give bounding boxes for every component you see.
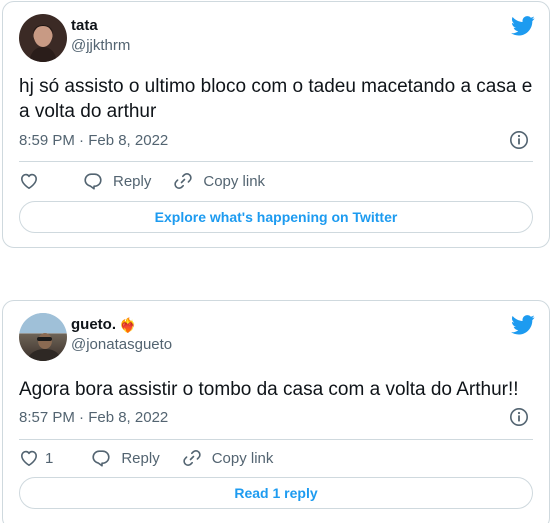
tweet-actions: Reply Copy link bbox=[19, 169, 533, 193]
read-replies-button[interactable]: Read 1 reply bbox=[19, 477, 533, 509]
info-icon[interactable] bbox=[509, 130, 529, 150]
divider bbox=[19, 161, 533, 162]
tweet-meta: 8:59 PM · Feb 8, 2022 bbox=[19, 128, 533, 152]
copy-link-label: Copy link bbox=[211, 449, 274, 467]
copy-link-label: Copy link bbox=[203, 172, 266, 190]
tweet-card[interactable]: tata @jjkthrm hj só assisto o ultimo blo… bbox=[2, 1, 550, 248]
tweet-card[interactable]: gueto. ❤️‍🔥 @jonatasgueto Agora bora ass… bbox=[2, 300, 550, 523]
tweet-timestamp[interactable]: 8:59 PM · Feb 8, 2022 bbox=[19, 132, 168, 149]
speech-bubble-icon bbox=[84, 173, 102, 190]
tweet-header: tata @jjkthrm bbox=[19, 14, 535, 62]
display-name[interactable]: tata bbox=[71, 16, 130, 36]
display-name[interactable]: gueto. ❤️‍🔥 bbox=[71, 315, 172, 335]
speech-bubble-icon bbox=[92, 450, 110, 467]
display-name-text: tata bbox=[71, 17, 98, 34]
twitter-bird-icon[interactable] bbox=[511, 315, 535, 335]
tweet-timestamp[interactable]: 8:57 PM · Feb 8, 2022 bbox=[19, 409, 168, 426]
reply-label: Reply bbox=[121, 449, 160, 467]
like-button[interactable] bbox=[19, 171, 61, 191]
handle[interactable]: @jonatasgueto bbox=[71, 335, 172, 355]
tweet-header: gueto. ❤️‍🔥 @jonatasgueto bbox=[19, 313, 535, 361]
avatar[interactable] bbox=[19, 313, 67, 361]
tweet-meta: 8:57 PM · Feb 8, 2022 bbox=[19, 405, 533, 429]
heart-icon bbox=[21, 450, 37, 466]
tweet-text: hj só assisto o ultimo bloco com o tadeu… bbox=[19, 76, 533, 122]
reply-label: Reply bbox=[113, 172, 152, 190]
author-info[interactable]: tata @jjkthrm bbox=[71, 16, 130, 56]
copy-link-button[interactable]: Copy link bbox=[173, 171, 265, 191]
author-info[interactable]: gueto. ❤️‍🔥 @jonatasgueto bbox=[71, 315, 172, 355]
display-name-text: gueto. bbox=[71, 316, 116, 333]
twitter-bird-icon[interactable] bbox=[511, 16, 535, 36]
reply-button[interactable]: Reply bbox=[83, 171, 151, 191]
divider bbox=[19, 439, 533, 440]
reply-button[interactable]: Reply bbox=[91, 448, 160, 468]
heart-icon bbox=[21, 173, 37, 189]
link-icon bbox=[174, 173, 193, 189]
handle[interactable]: @jjkthrm bbox=[71, 36, 130, 56]
like-button[interactable]: 1 bbox=[19, 448, 69, 468]
heart-on-fire-emoji: ❤️‍🔥 bbox=[119, 317, 137, 333]
info-icon[interactable] bbox=[509, 407, 529, 427]
like-count: 1 bbox=[45, 449, 54, 467]
tweet-text: Agora bora assistir o tombo da casa com … bbox=[19, 379, 519, 400]
tweet-actions: 1 Reply Copy link bbox=[19, 446, 533, 470]
copy-link-button[interactable]: Copy link bbox=[182, 448, 274, 468]
link-icon bbox=[183, 450, 201, 466]
explore-button[interactable]: Explore what's happening on Twitter bbox=[19, 201, 533, 233]
avatar[interactable] bbox=[19, 14, 67, 62]
